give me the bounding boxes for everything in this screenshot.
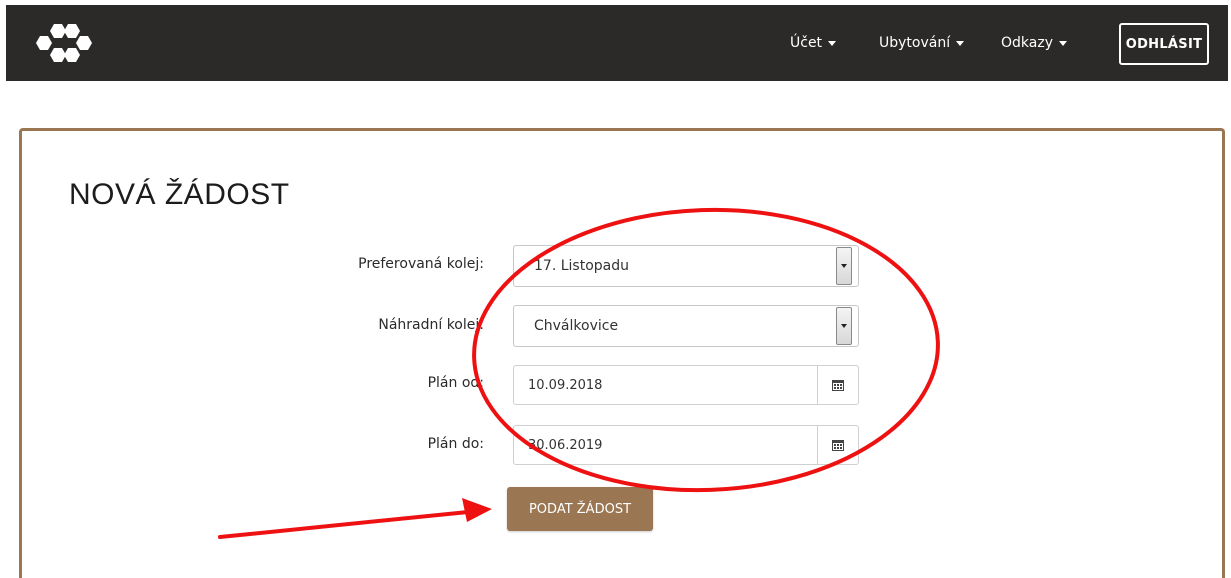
calendar-icon[interactable] [817, 426, 858, 464]
plan-to-label: Plán do: [427, 436, 484, 452]
logout-button[interactable]: ODHLÁSIT [1119, 23, 1209, 65]
nav-menu-accommodation-label: Ubytování [879, 35, 951, 51]
plan-from-label: Plán od: [427, 375, 484, 391]
plan-to-input[interactable]: 30.06.2019 [513, 425, 859, 465]
top-navbar: Účet Ubytování Odkazy ODHLÁSIT [6, 5, 1228, 81]
backup-dorm-value: Chválkovice [534, 318, 619, 334]
preferred-dorm-value: 17. Listopadu [534, 258, 629, 274]
nav-menu-account[interactable]: Účet [790, 35, 837, 51]
dropdown-arrow-icon[interactable] [836, 247, 852, 285]
backup-dorm-select[interactable]: Chválkovice [513, 305, 859, 347]
backup-dorm-label: Náhradní kolej: [378, 317, 484, 333]
plan-from-input[interactable]: 10.09.2018 [513, 365, 859, 405]
nav-menu-account-label: Účet [790, 35, 823, 51]
page-title: NOVÁ ŽÁDOST [69, 178, 290, 211]
calendar-icon[interactable] [817, 366, 858, 404]
plan-from-value: 10.09.2018 [528, 377, 603, 393]
dropdown-arrow-icon[interactable] [836, 307, 852, 345]
preferred-dorm-label: Preferovaná kolej: [358, 256, 484, 272]
caret-down-icon [828, 40, 837, 46]
preferred-dorm-select[interactable]: 17. Listopadu [513, 245, 859, 287]
caret-down-icon [1058, 40, 1067, 46]
plan-to-value: 30.06.2019 [528, 437, 603, 453]
caret-down-icon [956, 40, 965, 46]
nav-menu-links-label: Odkazy [1001, 35, 1053, 51]
nav-menu-accommodation[interactable]: Ubytování [879, 35, 965, 51]
submit-request-button[interactable]: PODAT ŽÁDOST [507, 487, 653, 531]
hexagon-logo-icon[interactable] [32, 22, 96, 62]
nav-menu-links[interactable]: Odkazy [1001, 35, 1067, 51]
